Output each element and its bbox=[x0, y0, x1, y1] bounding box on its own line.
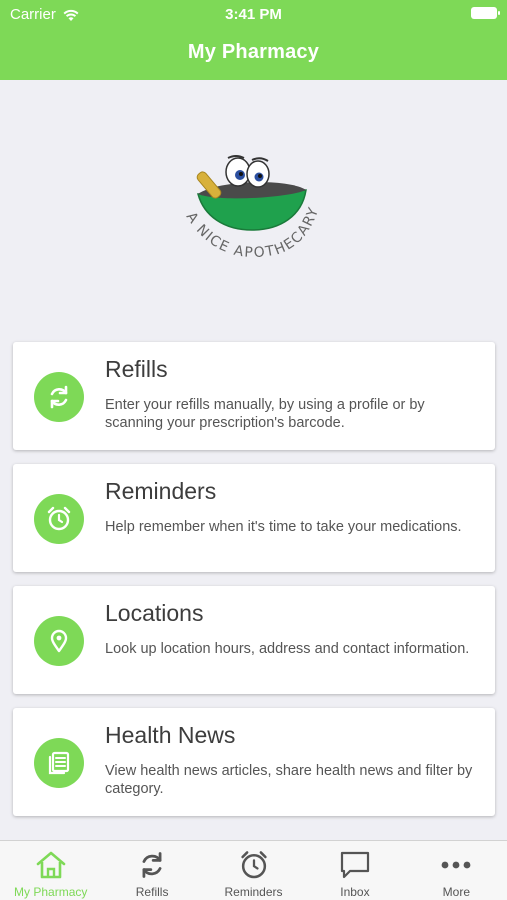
locations-card-title: Locations bbox=[105, 600, 204, 626]
tab-refills[interactable]: Refills bbox=[101, 841, 202, 900]
refresh-icon bbox=[142, 852, 162, 878]
tab-bar: My Pharmacy Refills Reminders Inbox More bbox=[0, 840, 507, 900]
pharmacy-logo: A NICE APOTHECARY bbox=[183, 155, 321, 261]
tab-inbox-label: Inbox bbox=[340, 885, 370, 899]
health-news-card-icon bbox=[34, 738, 84, 788]
news-icon bbox=[48, 751, 70, 775]
reminders-card-title: Reminders bbox=[105, 478, 217, 504]
status-time: 3:41 PM bbox=[225, 6, 282, 23]
health-news-card[interactable]: Health News View health news articles, s… bbox=[13, 708, 495, 816]
reminders-card-description: Help remember when it's time to take you… bbox=[105, 519, 462, 535]
tab-my-pharmacy[interactable]: My Pharmacy bbox=[0, 841, 101, 900]
locations-card-description: Look up location hours, address and cont… bbox=[105, 641, 470, 657]
more-dots-icon bbox=[441, 861, 471, 869]
tab-reminders[interactable]: Reminders bbox=[203, 841, 304, 900]
battery-icon bbox=[471, 7, 500, 19]
refills-card[interactable]: Refills Enter your refills manually, by … bbox=[13, 342, 495, 450]
locations-card[interactable]: Locations Look up location hours, addres… bbox=[13, 586, 495, 694]
reminders-card-icon bbox=[34, 494, 84, 544]
tab-more[interactable]: More bbox=[406, 841, 507, 900]
home-icon bbox=[36, 851, 66, 879]
refresh-icon bbox=[50, 385, 68, 409]
health-news-card-description: View health news articles, share health … bbox=[105, 763, 473, 797]
refills-card-title: Refills bbox=[105, 356, 168, 382]
refills-card-icon bbox=[34, 372, 84, 422]
reminders-card[interactable]: Reminders Help remember when it's time t… bbox=[13, 464, 495, 572]
top-bar: Carrier 3:41 PM My Pharmacy bbox=[0, 0, 507, 80]
alarm-clock-icon bbox=[47, 506, 71, 531]
tab-refills-label: Refills bbox=[135, 885, 169, 899]
locations-card-icon bbox=[34, 616, 84, 666]
tab-inbox[interactable]: Inbox bbox=[304, 841, 405, 900]
location-pin-icon bbox=[50, 629, 68, 653]
refills-card-description: Enter your refills manually, by using a … bbox=[105, 397, 425, 431]
health-news-card-title: Health News bbox=[105, 722, 236, 748]
page-title: My Pharmacy bbox=[187, 41, 320, 63]
tab-more-label: More bbox=[442, 885, 470, 899]
alarm-clock-icon bbox=[240, 851, 267, 879]
chat-bubble-icon bbox=[340, 851, 370, 879]
status-bar: Carrier 3:41 PM bbox=[0, 0, 507, 28]
tab-my-pharmacy-label: My Pharmacy bbox=[14, 885, 88, 899]
tab-reminders-label: Reminders bbox=[224, 885, 283, 899]
